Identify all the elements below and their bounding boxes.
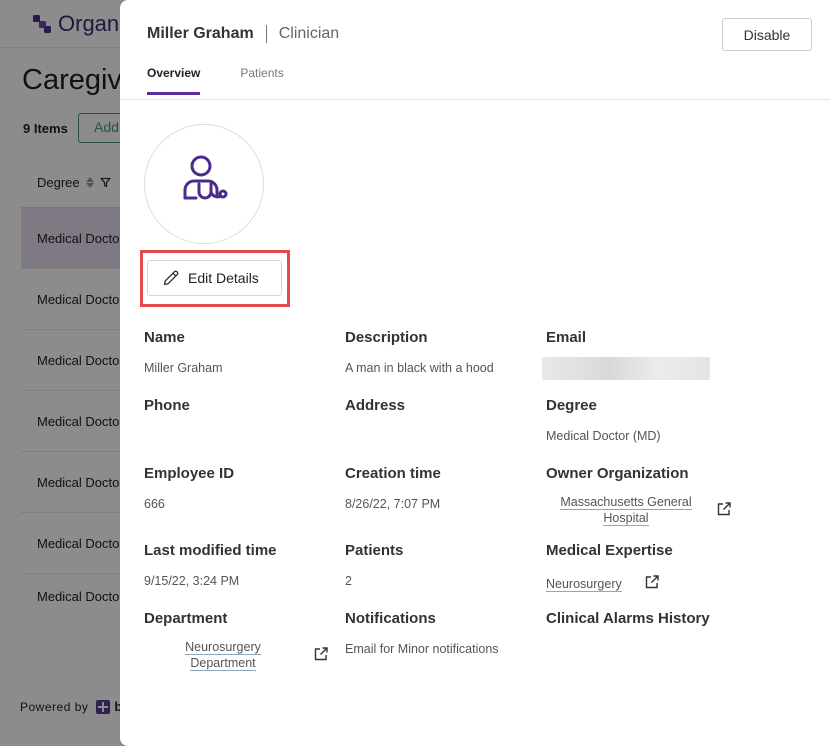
external-link-icon[interactable] (644, 574, 660, 590)
external-link-icon[interactable] (716, 501, 732, 517)
field-label-address: Address (345, 397, 406, 414)
field-value-notifications: Email for Minor notifications (345, 642, 499, 656)
medical-expertise-value: Neurosurgery (546, 577, 622, 592)
drawer-header: Miller Graham Clinician (147, 25, 339, 43)
tab-overview[interactable]: Overview (147, 66, 201, 95)
field-value-name: Miller Graham (144, 361, 223, 375)
tab-divider (120, 99, 830, 100)
field-value-degree: Medical Doctor (MD) (546, 429, 661, 443)
field-label-name: Name (144, 329, 185, 346)
owner-organization-link[interactable]: Massachusetts General Hospital (546, 494, 706, 526)
field-value-patients: 2 (345, 574, 352, 588)
department-line1: Neurosurgery (185, 640, 261, 655)
disable-button[interactable]: Disable (722, 18, 812, 51)
owner-organization-line1: Massachusetts General (560, 495, 692, 510)
field-label-medical-expertise: Medical Expertise (546, 542, 673, 559)
field-label-phone: Phone (144, 397, 190, 414)
medical-expertise-link[interactable]: Neurosurgery (546, 576, 622, 592)
field-value-description: A man in black with a hood (345, 361, 494, 375)
field-label-email: Email (546, 329, 587, 346)
tab-bar: Overview Patients (147, 66, 284, 95)
edit-details-button[interactable]: Edit Details (147, 260, 282, 296)
department-line2: Department (190, 656, 256, 671)
field-label-creation-time: Creation time (345, 465, 441, 482)
field-label-description: Description (345, 329, 428, 346)
field-label-degree: Degree (546, 397, 597, 414)
field-label-patients: Patients (345, 542, 404, 559)
field-label-clinical-alarms-history: Clinical Alarms History (546, 610, 710, 627)
header-divider (265, 25, 267, 43)
field-label-owner-organization: Owner Organization (546, 465, 689, 482)
pencil-icon (163, 270, 179, 286)
caregiver-role: Clinician (278, 25, 340, 42)
field-value-employee-id: 666 (144, 497, 165, 511)
department-link[interactable]: Neurosurgery Department (144, 639, 302, 671)
email-value-redacted (542, 357, 710, 380)
field-label-notifications: Notifications (345, 610, 436, 627)
details-drawer: Miller Graham Clinician Disable Overview… (120, 0, 830, 746)
tab-patients[interactable]: Patients (240, 66, 283, 94)
edit-details-label: Edit Details (188, 270, 259, 286)
caregiver-name: Miller Graham (147, 25, 254, 42)
external-link-icon[interactable] (313, 646, 329, 662)
field-value-last-modified: 9/15/22, 3:24 PM (144, 574, 240, 588)
field-label-department: Department (144, 610, 228, 627)
avatar (144, 124, 264, 244)
doctor-stethoscope-icon (183, 155, 228, 200)
field-label-last-modified: Last modified time (144, 542, 277, 559)
owner-organization-line2: Hospital (603, 511, 649, 526)
field-label-employee-id: Employee ID (144, 465, 235, 482)
field-value-creation-time: 8/26/22, 7:07 PM (345, 497, 441, 511)
